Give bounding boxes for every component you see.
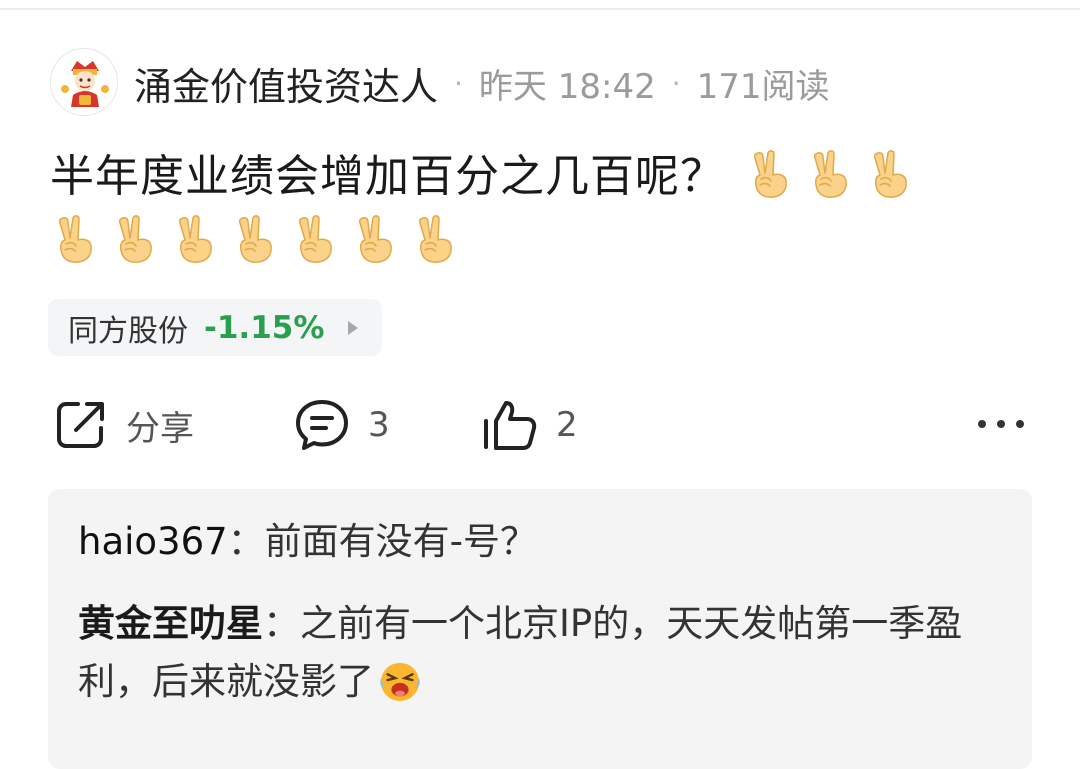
post-time: 昨天 18:42 xyxy=(478,66,656,107)
comment-icon xyxy=(296,400,348,450)
thumbs-up-icon xyxy=(484,401,537,450)
comment-item: 黄金至叻星：之前有一个北京IP的，天天发帖第一季盈利，后来就没影了 xyxy=(78,595,1008,711)
victory-hand-icon xyxy=(749,149,793,199)
more-dot xyxy=(1016,420,1024,428)
author-name[interactable]: 涌金价值投资达人 xyxy=(134,56,438,111)
like-button[interactable]: 2 xyxy=(482,396,578,454)
victory-hand-icon xyxy=(414,214,458,264)
share-icon xyxy=(57,402,104,448)
more-options-icon[interactable] xyxy=(978,416,1024,432)
victory-hand-icon xyxy=(114,214,158,264)
meta-separator: · xyxy=(454,66,463,100)
comment-user[interactable]: haio367 xyxy=(78,520,228,563)
comment-text: 前面有没有-号？ xyxy=(264,520,538,563)
like-count: 2 xyxy=(556,405,578,445)
victory-hand-icon xyxy=(294,214,338,264)
comment-count: 3 xyxy=(368,405,390,445)
post-text: 半年度业绩会增加百分之几百呢？ xyxy=(50,151,725,202)
share-button[interactable]: 分享 xyxy=(54,396,194,454)
comment-separator: ： xyxy=(227,520,265,563)
victory-hand-icon xyxy=(354,214,398,264)
laughing-tears-emoji-icon xyxy=(378,656,424,702)
comment-preview-box[interactable]: haio367：前面有没有-号？ 黄金至叻星：之前有一个北京IP的，天天发帖第一… xyxy=(48,489,1032,769)
caishen-avatar-icon xyxy=(52,50,117,115)
comment-item: haio367：前面有没有-号？ xyxy=(78,513,1008,571)
stock-tag[interactable]: 同方股份 -1.15% xyxy=(48,299,382,356)
comment-user[interactable]: 黄金至叻星 xyxy=(78,602,263,645)
victory-hand-icon xyxy=(174,214,218,264)
emoji-row xyxy=(54,214,458,264)
view-count: 171阅读 xyxy=(696,66,830,107)
more-dot xyxy=(978,420,986,428)
comment-separator: ： xyxy=(263,602,300,645)
stock-change: -1.15% xyxy=(204,309,325,346)
victory-hand-icon xyxy=(54,214,98,264)
comment-button[interactable]: 3 xyxy=(294,396,390,454)
play-arrow-icon xyxy=(348,320,359,335)
more-dot xyxy=(997,420,1005,428)
victory-hand-icon xyxy=(809,149,853,199)
top-divider xyxy=(0,8,1080,10)
victory-hand-icon xyxy=(234,214,278,264)
meta-separator: · xyxy=(671,66,681,100)
author-info-row: 涌金价值投资达人 · 昨天 18:42 · 171阅读 xyxy=(134,56,830,111)
author-avatar[interactable] xyxy=(50,48,118,116)
victory-hand-icon xyxy=(869,149,913,199)
stock-name: 同方股份 xyxy=(68,313,188,349)
post-body[interactable]: 半年度业绩会增加百分之几百呢？ xyxy=(50,146,1010,208)
share-label: 分享 xyxy=(126,408,194,449)
